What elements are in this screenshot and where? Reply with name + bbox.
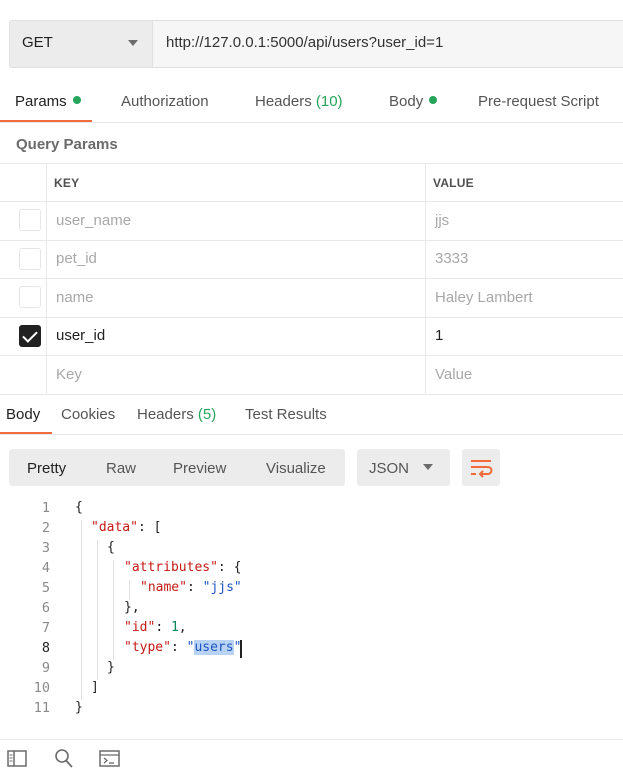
format-label: JSON xyxy=(369,460,410,477)
url-value[interactable]: http://127.0.0.1:5000/api/users?user_id=… xyxy=(166,34,443,51)
table-border xyxy=(0,201,623,202)
code-line: 9 } xyxy=(0,660,623,680)
param-value[interactable]: Haley Lambert xyxy=(435,289,533,306)
text-cursor xyxy=(240,640,242,658)
param-checkbox[interactable] xyxy=(19,286,41,308)
code-text: "type": "users" xyxy=(124,640,242,655)
tab-headers[interactable]: Headers (10) xyxy=(255,93,343,110)
param-value[interactable]: 3333 xyxy=(435,250,468,267)
table-divider xyxy=(425,163,426,394)
visualize-button[interactable]: Visualize xyxy=(266,460,326,477)
line-number: 3 xyxy=(41,540,50,556)
line-number: 8 xyxy=(41,640,50,656)
tab-response-body[interactable]: Body xyxy=(6,406,40,423)
pretty-button[interactable]: Pretty xyxy=(27,460,66,477)
table-border xyxy=(0,394,623,395)
new-key-input[interactable]: Key xyxy=(56,366,82,383)
top-strip xyxy=(0,0,623,22)
tab-params[interactable]: Params xyxy=(15,93,81,110)
column-header-key: KEY xyxy=(54,176,80,190)
tab-test-results[interactable]: Test Results xyxy=(245,406,327,423)
code-line: 2 "data": [ xyxy=(0,520,623,540)
code-line: 5 "name": "jjs" xyxy=(0,580,623,600)
code-line: 3 { xyxy=(0,540,623,560)
line-number: 10 xyxy=(33,680,50,696)
line-number: 7 xyxy=(41,620,50,636)
code-text: }, xyxy=(124,600,140,615)
active-response-tab-indicator xyxy=(0,432,52,434)
code-line: 8 "type": "users" xyxy=(0,640,623,660)
code-text: { xyxy=(75,500,83,515)
wrap-lines-button[interactable] xyxy=(462,449,500,486)
param-key[interactable]: user_name xyxy=(56,212,131,229)
code-text: ] xyxy=(91,680,99,695)
table-border xyxy=(0,317,623,318)
code-line: 10 ] xyxy=(0,680,623,700)
table-border xyxy=(0,240,623,241)
preview-button[interactable]: Preview xyxy=(173,460,226,477)
code-text: "name": "jjs" xyxy=(140,580,242,595)
table-divider xyxy=(46,163,47,394)
search-icon[interactable] xyxy=(53,748,75,770)
code-line: 7 "id": 1, xyxy=(0,620,623,640)
code-text: } xyxy=(75,700,83,715)
param-key[interactable]: user_id xyxy=(56,327,105,344)
code-line: 1 { xyxy=(0,500,623,520)
table-border xyxy=(0,278,623,279)
sidebar-icon[interactable] xyxy=(6,749,28,769)
status-bar xyxy=(0,739,623,773)
code-text: "id": 1, xyxy=(124,620,187,635)
param-value[interactable]: 1 xyxy=(435,327,443,344)
code-text: "attributes": { xyxy=(124,560,242,575)
line-number: 1 xyxy=(41,500,50,516)
param-value[interactable]: jjs xyxy=(435,212,449,229)
chevron-down-icon[interactable] xyxy=(128,40,138,46)
raw-button[interactable]: Raw xyxy=(106,460,136,477)
table-border xyxy=(0,163,623,164)
chevron-down-icon[interactable] xyxy=(423,464,433,470)
new-value-input[interactable]: Value xyxy=(435,366,472,383)
tab-response-headers[interactable]: Headers (5) xyxy=(137,406,216,423)
wrap-lines-icon xyxy=(471,460,493,478)
line-number: 9 xyxy=(41,660,50,676)
code-line: 4 "attributes": { xyxy=(0,560,623,580)
line-number: 5 xyxy=(41,580,50,596)
param-checkbox-checked[interactable] xyxy=(19,325,41,347)
line-number: 2 xyxy=(41,520,50,536)
param-key[interactable]: pet_id xyxy=(56,250,97,267)
code-line: 11 } xyxy=(0,700,623,720)
query-params-title: Query Params xyxy=(16,136,118,153)
param-key[interactable]: name xyxy=(56,289,94,306)
selected-text: users xyxy=(194,640,234,655)
line-number: 4 xyxy=(41,560,50,576)
column-header-value: VALUE xyxy=(433,176,474,190)
params-dot-icon xyxy=(72,96,81,104)
method-label: GET xyxy=(22,34,53,51)
active-tab-indicator xyxy=(0,120,92,122)
code-line: 6 }, xyxy=(0,600,623,620)
code-text: } xyxy=(107,660,115,675)
body-dot-icon xyxy=(429,96,438,104)
table-border xyxy=(0,355,623,356)
code-text: { xyxy=(107,540,115,555)
response-tabs-border xyxy=(0,434,623,435)
line-number: 11 xyxy=(33,700,50,716)
line-number: 6 xyxy=(41,600,50,616)
code-text: "data": [ xyxy=(91,520,162,535)
param-checkbox[interactable] xyxy=(19,248,41,270)
console-icon[interactable] xyxy=(98,749,122,769)
tab-body[interactable]: Body xyxy=(389,93,438,110)
tab-pre-request-script[interactable]: Pre-request Script xyxy=(478,93,599,110)
param-checkbox[interactable] xyxy=(19,209,41,231)
tab-cookies[interactable]: Cookies xyxy=(61,406,115,423)
tab-authorization[interactable]: Authorization xyxy=(121,93,209,110)
